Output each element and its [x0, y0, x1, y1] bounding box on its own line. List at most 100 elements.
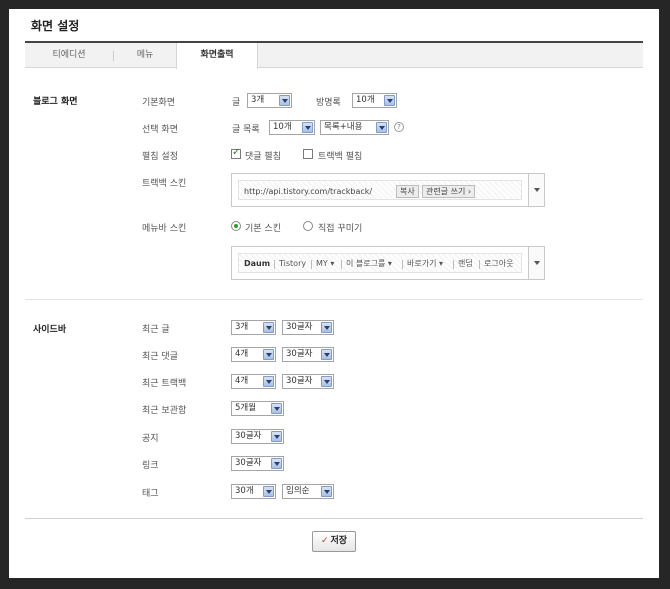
menubar-skin-label: 메뉴바 스킨	[142, 224, 187, 234]
notice-label: 공지	[142, 434, 159, 444]
recent-trackbacks-label: 최근 트랙백	[142, 379, 187, 389]
recent-posts-count-value: 3개	[235, 322, 249, 332]
menubar-preview: Daum Tistory MY ▾ 이 블로그를 ▾ 바로가기 ▾ 랜덤 로그아…	[238, 253, 522, 273]
default-skin-radio[interactable]	[231, 221, 241, 231]
tab-tiedition[interactable]: 티에디션	[25, 43, 113, 68]
save-button[interactable]: ✓ 저장	[312, 531, 356, 552]
menubar-separator	[479, 260, 480, 269]
post-list-count-select[interactable]: 10개	[269, 120, 315, 135]
recent-trackbacks-count-value: 4개	[235, 376, 249, 386]
section-divider	[25, 299, 643, 300]
tags-count-select[interactable]: 30개	[231, 484, 276, 499]
recent-comments-count-select[interactable]: 4개	[231, 347, 276, 362]
menubar-item-random: 랜덤	[458, 259, 473, 268]
guestbook-label: 방명록	[316, 98, 341, 108]
recent-trackbacks-count-select[interactable]: 4개	[231, 374, 276, 389]
write-related-button[interactable]: 관련글 쓰기 ›	[422, 185, 476, 198]
custom-skin-radio[interactable]	[303, 221, 313, 231]
trackback-url: http://api.tistory.com/trackback/	[244, 187, 373, 196]
menubar-separator	[453, 260, 454, 269]
recent-trackbacks-length-select[interactable]: 30글자	[282, 374, 334, 389]
page-title: 화면 설정	[31, 19, 80, 33]
recent-posts-label: 최근 글	[142, 325, 170, 335]
menubar-item-daum: Daum	[244, 259, 271, 268]
links-length-value: 30글자	[235, 458, 262, 468]
settings-panel: 화면 설정 티에디션 메뉴 화면출력 블로그 화면 기본화면 글 3개 방명록 …	[9, 9, 659, 578]
recent-comments-length-value: 30글자	[286, 349, 313, 359]
notice-length-value: 30글자	[235, 431, 262, 441]
recent-archive-label: 최근 보관함	[142, 406, 187, 416]
basic-post-label: 글	[232, 98, 241, 108]
trackback-expand-label: 트랙백 펼침	[318, 152, 363, 162]
menubar-item-tistory: Tistory	[279, 259, 307, 268]
chevron-down-icon	[271, 431, 282, 442]
recent-comments-label: 최근 댓글	[142, 352, 178, 362]
guestbook-count-value: 10개	[356, 95, 375, 105]
copy-button[interactable]: 복사	[396, 185, 419, 198]
recent-trackbacks-length-value: 30글자	[286, 376, 313, 386]
comment-expand-checkbox[interactable]	[231, 147, 241, 159]
chevron-down-icon	[263, 322, 274, 333]
check-icon: ✓	[320, 536, 329, 546]
selected-screen-label: 선택 화면	[142, 125, 178, 135]
chevron-down-icon	[321, 349, 332, 360]
menubar-skin-dropdown[interactable]	[528, 247, 544, 279]
trackback-expand-checkbox[interactable]	[303, 149, 313, 159]
list-mode-select[interactable]: 목록+내용	[320, 120, 389, 135]
chevron-down-icon	[321, 322, 332, 333]
menubar-separator	[402, 260, 403, 269]
trackback-skin-box[interactable]: http://api.tistory.com/trackback/ 복사 관련글…	[231, 173, 545, 207]
expand-setting-label: 펼침 설정	[142, 152, 178, 162]
recent-posts-count-select[interactable]: 3개	[231, 320, 276, 335]
basic-post-count-select[interactable]: 3개	[247, 93, 292, 108]
chevron-down-icon	[321, 376, 332, 387]
notice-length-select[interactable]: 30글자	[231, 429, 284, 444]
menubar-skin-box[interactable]: Daum Tistory MY ▾ 이 블로그를 ▾ 바로가기 ▾ 랜덤 로그아…	[231, 246, 545, 280]
comment-expand-label: 댓글 펼침	[245, 152, 281, 162]
basic-post-count-value: 3개	[251, 95, 265, 105]
chevron-down-icon	[271, 403, 282, 414]
menubar-item-logout: 로그아웃	[484, 259, 514, 268]
sidebar-section-title: 사이드바	[33, 325, 67, 335]
chevron-down-icon	[376, 122, 387, 133]
tags-label: 태그	[142, 489, 159, 499]
footer-divider	[25, 518, 643, 519]
chevron-down-icon	[279, 95, 290, 106]
blog-screen-section-title: 블로그 화면	[33, 97, 78, 107]
menubar-separator	[341, 260, 342, 269]
menubar-item-my: MY ▾	[316, 259, 335, 268]
recent-posts-length-select[interactable]: 30글자	[282, 320, 334, 335]
chevron-down-icon	[263, 349, 274, 360]
recent-comments-length-select[interactable]: 30글자	[282, 347, 334, 362]
guestbook-count-select[interactable]: 10개	[352, 93, 397, 108]
tab-menu[interactable]: 메뉴	[114, 43, 176, 68]
recent-archive-count-value: 5개월	[235, 403, 257, 413]
menubar-item-this-blog: 이 블로그를 ▾	[346, 259, 392, 268]
chevron-down-icon	[263, 486, 274, 497]
list-mode-value: 목록+내용	[324, 122, 363, 132]
menubar-separator	[311, 260, 312, 269]
custom-skin-label: 직접 꾸미기	[318, 224, 363, 234]
trackback-skin-preview: http://api.tistory.com/trackback/ 복사 관련글…	[238, 180, 522, 200]
post-list-count-value: 10개	[273, 122, 292, 132]
menubar-separator	[274, 260, 275, 269]
tags-order-select[interactable]: 임의순	[282, 484, 334, 499]
links-length-select[interactable]: 30글자	[231, 456, 284, 471]
save-label: 저장	[330, 536, 348, 546]
recent-comments-count-value: 4개	[235, 349, 249, 359]
basic-screen-label: 기본화면	[142, 98, 176, 108]
chevron-down-icon	[384, 95, 395, 106]
tags-count-value: 30개	[235, 486, 254, 496]
chevron-down-icon	[263, 376, 274, 387]
recent-archive-count-select[interactable]: 5개월	[231, 401, 284, 416]
trackback-skin-dropdown[interactable]	[528, 174, 544, 206]
chevron-down-icon	[302, 122, 313, 133]
chevron-down-icon	[271, 458, 282, 469]
tab-screen-output[interactable]: 화면출력	[176, 43, 258, 69]
post-list-label: 글 목록	[232, 125, 260, 135]
tags-order-value: 임의순	[286, 486, 310, 496]
recent-posts-length-value: 30글자	[286, 322, 313, 332]
menubar-item-shortcuts: 바로가기 ▾	[407, 259, 443, 268]
help-icon[interactable]: ?	[394, 122, 404, 132]
links-label: 링크	[142, 461, 159, 471]
